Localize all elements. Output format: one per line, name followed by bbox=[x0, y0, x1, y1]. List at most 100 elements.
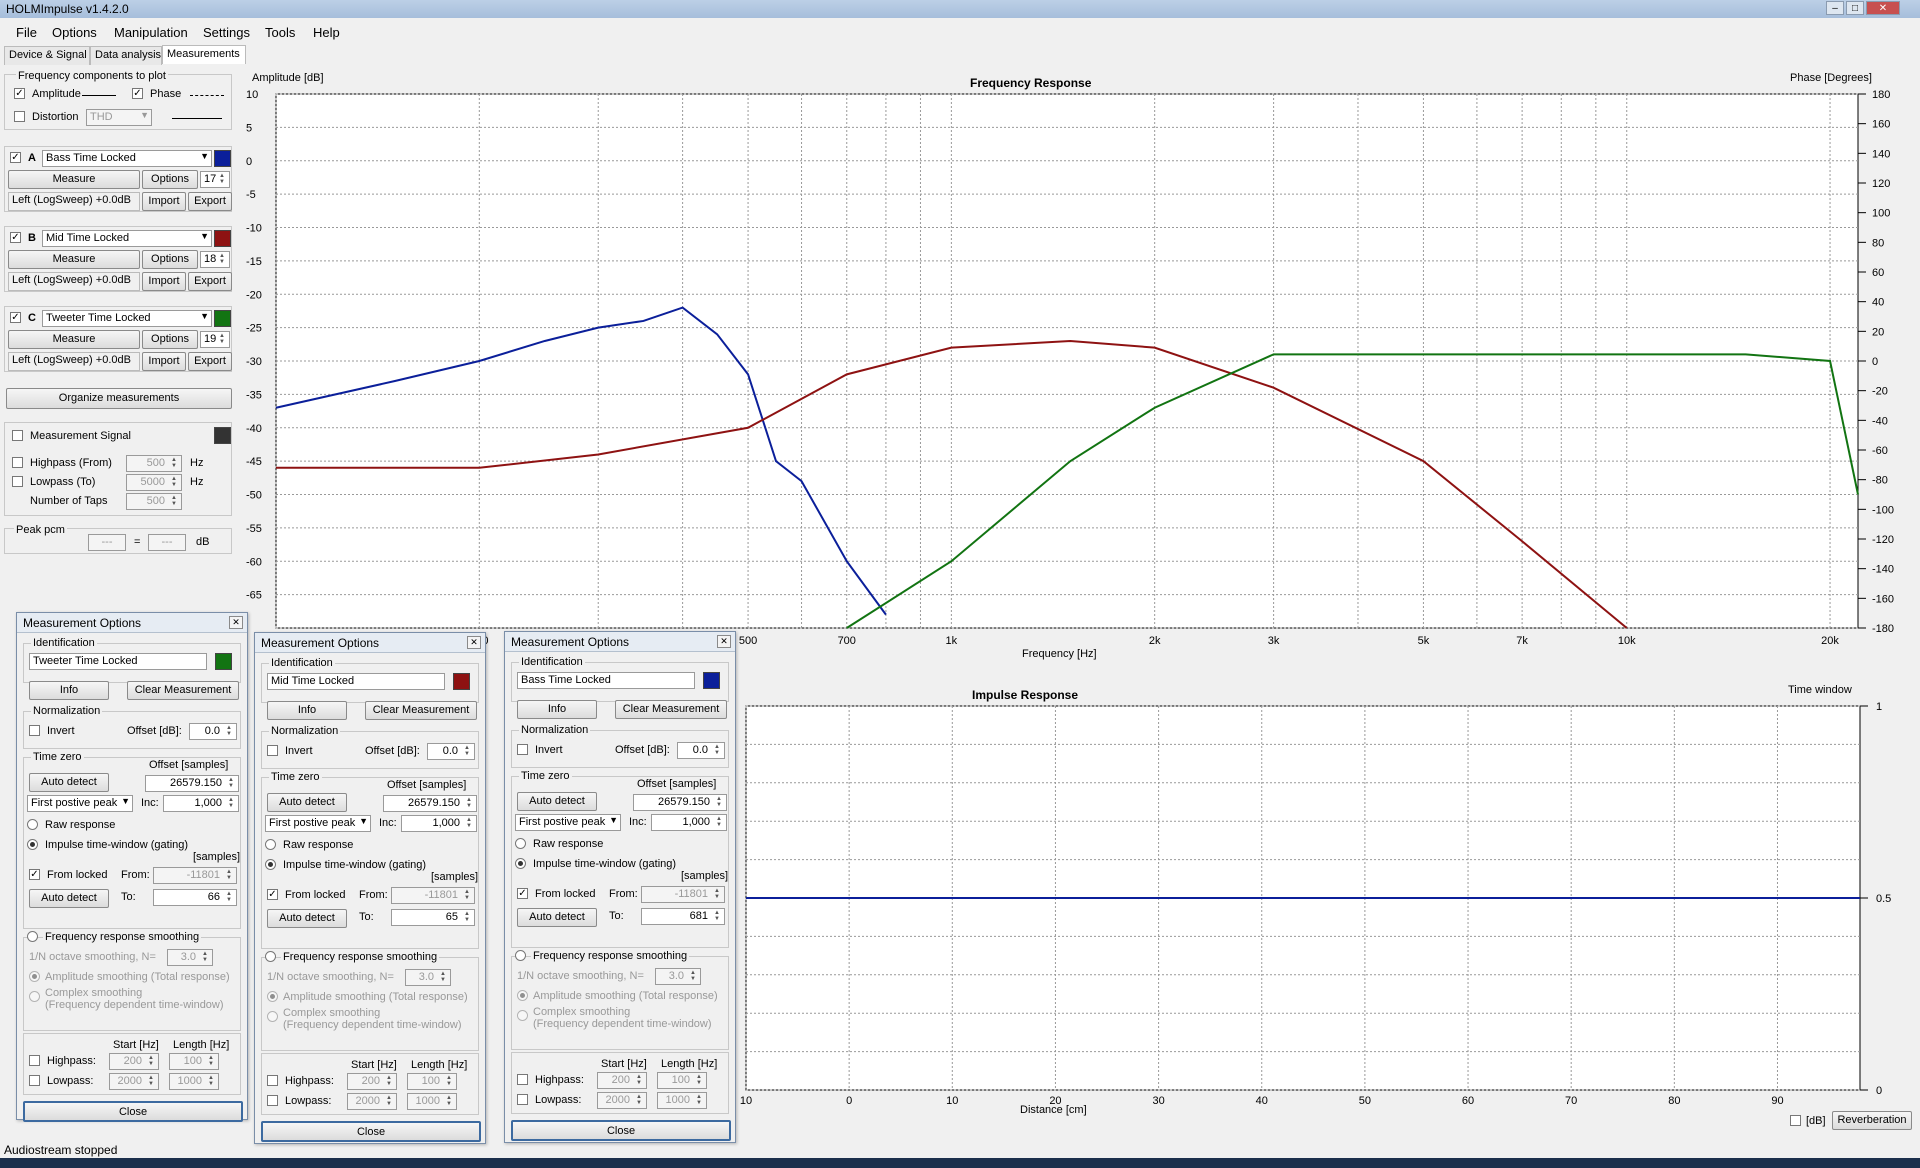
invert-checkbox[interactable] bbox=[29, 725, 40, 736]
spinner-icon[interactable]: ▲ ▼ bbox=[223, 891, 235, 904]
gating-radio[interactable] bbox=[265, 859, 276, 870]
measurement-color[interactable] bbox=[215, 653, 232, 670]
organize-measurements-button[interactable]: Organize measurements bbox=[6, 388, 232, 409]
close-icon[interactable]: ✕ bbox=[229, 616, 243, 629]
lowpass-checkbox[interactable] bbox=[29, 1075, 40, 1086]
menu-tools[interactable]: Tools bbox=[265, 25, 295, 40]
clear-measurement-button[interactable]: Clear Measurement bbox=[615, 700, 727, 719]
measurement-b-color[interactable] bbox=[214, 230, 231, 247]
spinner-icon[interactable]: ▲ ▼ bbox=[711, 888, 723, 901]
spinner-icon[interactable]: ▲ ▼ bbox=[223, 725, 235, 738]
spinner-icon[interactable]: ▲ ▼ bbox=[633, 1074, 645, 1087]
spinner-icon[interactable]: ▲ ▼ bbox=[168, 476, 180, 489]
from-locked-checkbox[interactable]: ✓ bbox=[267, 889, 278, 900]
spinner-icon[interactable]: ▲ ▼ bbox=[461, 889, 473, 902]
maximize-button[interactable]: □ bbox=[1846, 1, 1864, 15]
spinner-icon[interactable]: ▲ ▼ bbox=[168, 457, 180, 470]
offset-samples-input[interactable]: 26579.150 ▲ ▼ bbox=[633, 794, 727, 811]
offset-db-input[interactable]: 0.0 ▲ ▼ bbox=[677, 742, 725, 759]
identification-input[interactable]: Bass Time Locked bbox=[517, 672, 695, 689]
lowpass-checkbox[interactable] bbox=[12, 476, 23, 487]
measurement-b-checkbox[interactable]: ✓ bbox=[10, 232, 21, 243]
spinner-icon[interactable]: ▲ ▼ bbox=[461, 745, 473, 758]
spinner-icon[interactable]: ▲ ▼ bbox=[383, 1075, 395, 1088]
raw-response-radio[interactable] bbox=[515, 838, 526, 849]
close-window-button[interactable]: ✕ bbox=[1866, 1, 1900, 15]
auto-detect-gating-button[interactable]: Auto detect bbox=[517, 908, 597, 927]
export-c-button[interactable]: Export bbox=[188, 352, 232, 371]
highpass-checkbox[interactable] bbox=[517, 1074, 528, 1085]
spinner-icon[interactable]: ▲ ▼ bbox=[693, 1094, 705, 1107]
minimize-button[interactable]: – bbox=[1826, 1, 1844, 15]
octave-input[interactable]: 3.0 ▲ ▼ bbox=[655, 968, 701, 985]
octave-input[interactable]: 3.0 ▲ ▼ bbox=[167, 949, 213, 966]
options-b-button[interactable]: Options bbox=[142, 250, 198, 269]
menu-manipulation[interactable]: Manipulation bbox=[114, 25, 188, 40]
gating-radio[interactable] bbox=[515, 858, 526, 869]
measurement-signal-checkbox[interactable] bbox=[12, 430, 23, 441]
spinner-icon[interactable]: ▲ ▼ bbox=[443, 1095, 455, 1108]
spinner-icon[interactable]: ▲ ▼ bbox=[216, 253, 228, 266]
spinner-icon[interactable]: ▲ ▼ bbox=[168, 495, 180, 508]
tab-measurements[interactable]: Measurements bbox=[162, 45, 246, 64]
spinner-icon[interactable]: ▲ ▼ bbox=[223, 869, 235, 882]
octave-input[interactable]: 3.0 ▲ ▼ bbox=[405, 969, 451, 986]
close-icon[interactable]: ✕ bbox=[467, 636, 481, 649]
measurement-c-select[interactable]: Tweeter Time Locked ▼ bbox=[42, 310, 212, 327]
freq-smoothing-radio[interactable] bbox=[27, 931, 38, 942]
complex-smoothing-radio[interactable] bbox=[517, 1010, 528, 1021]
highpass-checkbox[interactable] bbox=[12, 457, 23, 468]
spinner-icon[interactable]: ▲ ▼ bbox=[225, 797, 237, 810]
from-input[interactable]: -11801 ▲ ▼ bbox=[391, 887, 475, 904]
menu-settings[interactable]: Settings bbox=[203, 25, 250, 40]
close-button[interactable]: Close bbox=[23, 1101, 243, 1122]
spinner-icon[interactable]: ▲ ▼ bbox=[463, 797, 475, 810]
menu-options[interactable]: Options bbox=[52, 25, 97, 40]
amp-smoothing-radio[interactable] bbox=[267, 991, 278, 1002]
to-input[interactable]: 65 ▲ ▼ bbox=[391, 909, 475, 926]
reverberation-button[interactable]: Reverberation bbox=[1832, 1111, 1912, 1130]
measure-a-button[interactable]: Measure bbox=[8, 170, 140, 189]
measurement-c-color[interactable] bbox=[214, 310, 231, 327]
spinner-icon[interactable]: ▲ ▼ bbox=[713, 796, 725, 809]
highpass-input[interactable]: 500 ▲ ▼ bbox=[126, 455, 182, 472]
options-c-button[interactable]: Options bbox=[142, 330, 198, 349]
spinner-icon[interactable]: ▲ ▼ bbox=[463, 817, 475, 830]
auto-detect-gating-button[interactable]: Auto detect bbox=[267, 909, 347, 928]
inc-input[interactable]: 1,000 ▲ ▼ bbox=[401, 815, 477, 832]
spinner-icon[interactable]: ▲ ▼ bbox=[199, 951, 211, 964]
import-b-button[interactable]: Import bbox=[142, 272, 186, 291]
clear-measurement-button[interactable]: Clear Measurement bbox=[127, 681, 239, 700]
lowpass-start-input[interactable]: 2000 ▲ ▼ bbox=[347, 1093, 397, 1110]
highpass-length-input[interactable]: 100 ▲ ▼ bbox=[407, 1073, 457, 1090]
offset-samples-input[interactable]: 26579.150 ▲ ▼ bbox=[145, 775, 239, 792]
distortion-select[interactable]: THD ▼ bbox=[86, 109, 152, 126]
measurement-c-count[interactable]: 19 ▲ ▼ bbox=[200, 331, 230, 348]
clear-measurement-button[interactable]: Clear Measurement bbox=[365, 701, 477, 720]
raw-response-radio[interactable] bbox=[27, 819, 38, 830]
export-a-button[interactable]: Export bbox=[188, 192, 232, 211]
menu-file[interactable]: File bbox=[16, 25, 37, 40]
db-checkbox[interactable] bbox=[1790, 1115, 1801, 1126]
spinner-icon[interactable]: ▲ ▼ bbox=[145, 1055, 157, 1068]
to-input[interactable]: 66 ▲ ▼ bbox=[153, 889, 237, 906]
import-a-button[interactable]: Import bbox=[142, 192, 186, 211]
measure-b-button[interactable]: Measure bbox=[8, 250, 140, 269]
offset-samples-input[interactable]: 26579.150 ▲ ▼ bbox=[383, 795, 477, 812]
spinner-icon[interactable]: ▲ ▼ bbox=[711, 744, 723, 757]
to-input[interactable]: 681 ▲ ▼ bbox=[641, 908, 725, 925]
spinner-icon[interactable]: ▲ ▼ bbox=[713, 816, 725, 829]
distortion-checkbox[interactable] bbox=[14, 111, 25, 122]
freq-smoothing-radio[interactable] bbox=[515, 950, 526, 961]
offset-db-input[interactable]: 0.0 ▲ ▼ bbox=[189, 723, 237, 740]
auto-detect-offset-button[interactable]: Auto detect bbox=[517, 792, 597, 811]
phase-checkbox[interactable]: ✓ bbox=[132, 88, 143, 99]
raw-response-radio[interactable] bbox=[265, 839, 276, 850]
spinner-icon[interactable]: ▲ ▼ bbox=[216, 333, 228, 346]
highpass-start-input[interactable]: 200 ▲ ▼ bbox=[347, 1073, 397, 1090]
amplitude-checkbox[interactable]: ✓ bbox=[14, 88, 25, 99]
lowpass-length-input[interactable]: 1000 ▲ ▼ bbox=[169, 1073, 219, 1090]
measurement-a-checkbox[interactable]: ✓ bbox=[10, 152, 21, 163]
export-b-button[interactable]: Export bbox=[188, 272, 232, 291]
spinner-icon[interactable]: ▲ ▼ bbox=[225, 777, 237, 790]
